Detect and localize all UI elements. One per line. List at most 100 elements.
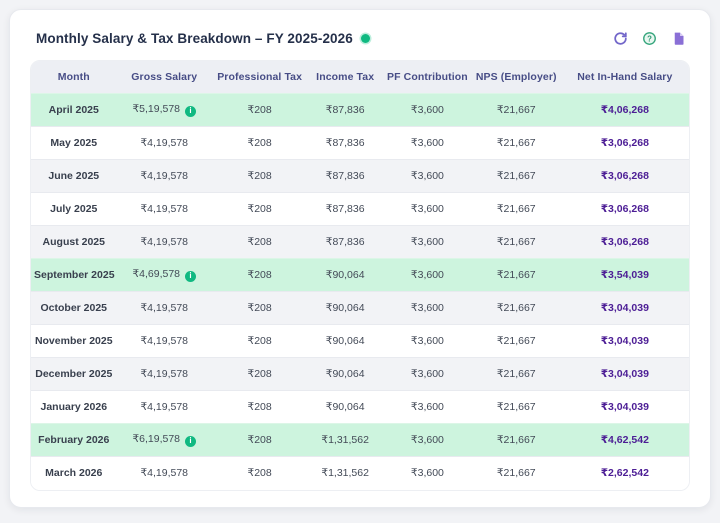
cell-gross-salary: ₹4,19,578 bbox=[117, 226, 212, 259]
cell-gross-salary: ₹4,19,578 bbox=[117, 358, 212, 391]
cell-text: ₹3,600 bbox=[411, 467, 444, 479]
cell-month: December 2025 bbox=[31, 358, 117, 391]
table-row: March 2026₹4,19,578₹208₹1,31,562₹3,600₹2… bbox=[31, 457, 689, 490]
cell-text: ₹21,667 bbox=[497, 335, 536, 347]
cell-text: December 2025 bbox=[35, 368, 112, 380]
cell-text: ₹1,31,562 bbox=[321, 467, 369, 479]
salary-hike-info-icon[interactable]: i bbox=[185, 436, 196, 447]
cell-pf-contribution: ₹3,600 bbox=[383, 226, 472, 259]
cell-gross-salary: ₹4,19,578 bbox=[117, 391, 212, 424]
cell-text: July 2025 bbox=[50, 203, 97, 215]
page-title: Monthly Salary & Tax Breakdown – FY 2025… bbox=[36, 31, 353, 46]
cell-professional-tax: ₹208 bbox=[212, 292, 307, 325]
cell-text: ₹208 bbox=[248, 335, 272, 347]
cell-nps-employer: ₹21,667 bbox=[472, 127, 561, 160]
cell-nps-employer: ₹21,667 bbox=[472, 358, 561, 391]
cell-month: November 2025 bbox=[31, 325, 117, 358]
cell-pf-contribution: ₹3,600 bbox=[383, 391, 472, 424]
cell-text: ₹208 bbox=[248, 269, 272, 281]
cell-month: October 2025 bbox=[31, 292, 117, 325]
cell-pf-contribution: ₹3,600 bbox=[383, 94, 472, 127]
cell-income-tax: ₹1,31,562 bbox=[307, 424, 383, 457]
cell-text: ₹3,600 bbox=[411, 269, 444, 281]
cell-text: ₹4,19,578 bbox=[140, 467, 188, 479]
cell-professional-tax: ₹208 bbox=[212, 457, 307, 490]
cell-text: ₹21,667 bbox=[497, 104, 536, 116]
cell-professional-tax: ₹208 bbox=[212, 358, 307, 391]
cell-text: ₹208 bbox=[248, 236, 272, 248]
cell-text: February 2026 bbox=[38, 434, 109, 446]
cell-pf-contribution: ₹3,600 bbox=[383, 424, 472, 457]
cell-text: ₹3,600 bbox=[411, 335, 444, 347]
cell-text: ₹21,667 bbox=[497, 401, 536, 413]
salary-hike-info-icon[interactable]: i bbox=[185, 106, 196, 117]
cell-professional-tax: ₹208 bbox=[212, 226, 307, 259]
cell-text: ₹90,064 bbox=[326, 401, 365, 413]
cell-text: ₹21,667 bbox=[497, 236, 536, 248]
cell-pf-contribution: ₹3,600 bbox=[383, 358, 472, 391]
cell-professional-tax: ₹208 bbox=[212, 325, 307, 358]
cell-pf-contribution: ₹3,600 bbox=[383, 457, 472, 490]
cell-nps-employer: ₹21,667 bbox=[472, 160, 561, 193]
cell-pf-contribution: ₹3,600 bbox=[383, 160, 472, 193]
cell-text: ₹4,62,542 bbox=[601, 434, 649, 446]
cell-text: ₹208 bbox=[248, 467, 272, 479]
cell-text: ₹21,667 bbox=[497, 467, 536, 479]
cell-gross-salary: ₹4,19,578 bbox=[117, 193, 212, 226]
cell-text: ₹208 bbox=[248, 434, 272, 446]
card-header: Monthly Salary & Tax Breakdown – FY 2025… bbox=[36, 30, 686, 46]
cell-professional-tax: ₹208 bbox=[212, 94, 307, 127]
cell-text: ₹4,19,578 bbox=[140, 137, 188, 149]
cell-text: ₹3,600 bbox=[411, 236, 444, 248]
cell-income-tax: ₹87,836 bbox=[307, 193, 383, 226]
cell-text: ₹1,31,562 bbox=[321, 434, 369, 446]
cell-text: ₹2,62,542 bbox=[601, 467, 649, 479]
table-header-row: MonthGross SalaryProfessional TaxIncome … bbox=[31, 61, 689, 94]
refresh-button[interactable] bbox=[612, 30, 628, 46]
cell-text: ₹208 bbox=[248, 401, 272, 413]
cell-month: April 2025 bbox=[31, 94, 117, 127]
report-button[interactable] bbox=[670, 30, 686, 46]
help-button[interactable]: ? bbox=[641, 30, 657, 46]
cell-nps-employer: ₹21,667 bbox=[472, 457, 561, 490]
cell-month: February 2026 bbox=[31, 424, 117, 457]
cell-net-in-hand: ₹3,06,268 bbox=[561, 193, 689, 226]
cell-net-in-hand: ₹3,04,039 bbox=[561, 325, 689, 358]
salary-table: MonthGross SalaryProfessional TaxIncome … bbox=[31, 61, 689, 490]
cell-gross-salary: ₹4,19,578 bbox=[117, 325, 212, 358]
cell-text: ₹4,19,578 bbox=[140, 170, 188, 182]
cell-professional-tax: ₹208 bbox=[212, 391, 307, 424]
svg-text:?: ? bbox=[647, 34, 652, 43]
cell-text: ₹21,667 bbox=[497, 203, 536, 215]
cell-text: ₹3,600 bbox=[411, 401, 444, 413]
salary-hike-info-icon[interactable]: i bbox=[185, 271, 196, 282]
cell-month: May 2025 bbox=[31, 127, 117, 160]
cell-text: ₹208 bbox=[248, 137, 272, 149]
help-icon: ? bbox=[642, 31, 657, 46]
cell-text: ₹3,04,039 bbox=[601, 335, 649, 347]
cell-text: ₹3,06,268 bbox=[601, 170, 649, 182]
cell-month: August 2025 bbox=[31, 226, 117, 259]
cell-professional-tax: ₹208 bbox=[212, 160, 307, 193]
cell-gross-salary: ₹4,19,578 bbox=[117, 127, 212, 160]
cell-text: ₹4,19,578 bbox=[140, 401, 188, 413]
cell-professional-tax: ₹208 bbox=[212, 193, 307, 226]
salary-table-container: MonthGross SalaryProfessional TaxIncome … bbox=[30, 60, 690, 491]
table-row: April 2025₹5,19,578i₹208₹87,836₹3,600₹21… bbox=[31, 94, 689, 127]
cell-text: ₹3,04,039 bbox=[601, 302, 649, 314]
cell-net-in-hand: ₹2,62,542 bbox=[561, 457, 689, 490]
cell-text: ₹208 bbox=[248, 368, 272, 380]
cell-nps-employer: ₹21,667 bbox=[472, 259, 561, 292]
cell-net-in-hand: ₹4,06,268 bbox=[561, 94, 689, 127]
cell-income-tax: ₹90,064 bbox=[307, 292, 383, 325]
cell-text: ₹3,600 bbox=[411, 302, 444, 314]
cell-month: September 2025 bbox=[31, 259, 117, 292]
cell-nps-employer: ₹21,667 bbox=[472, 226, 561, 259]
cell-text: ₹3,600 bbox=[411, 137, 444, 149]
cell-professional-tax: ₹208 bbox=[212, 127, 307, 160]
cell-text: ₹87,836 bbox=[326, 236, 365, 248]
cell-text: ₹87,836 bbox=[326, 203, 365, 215]
cell-text: ₹21,667 bbox=[497, 368, 536, 380]
cell-gross-salary: ₹4,19,578 bbox=[117, 160, 212, 193]
cell-gross-salary: ₹4,69,578i bbox=[117, 259, 212, 292]
